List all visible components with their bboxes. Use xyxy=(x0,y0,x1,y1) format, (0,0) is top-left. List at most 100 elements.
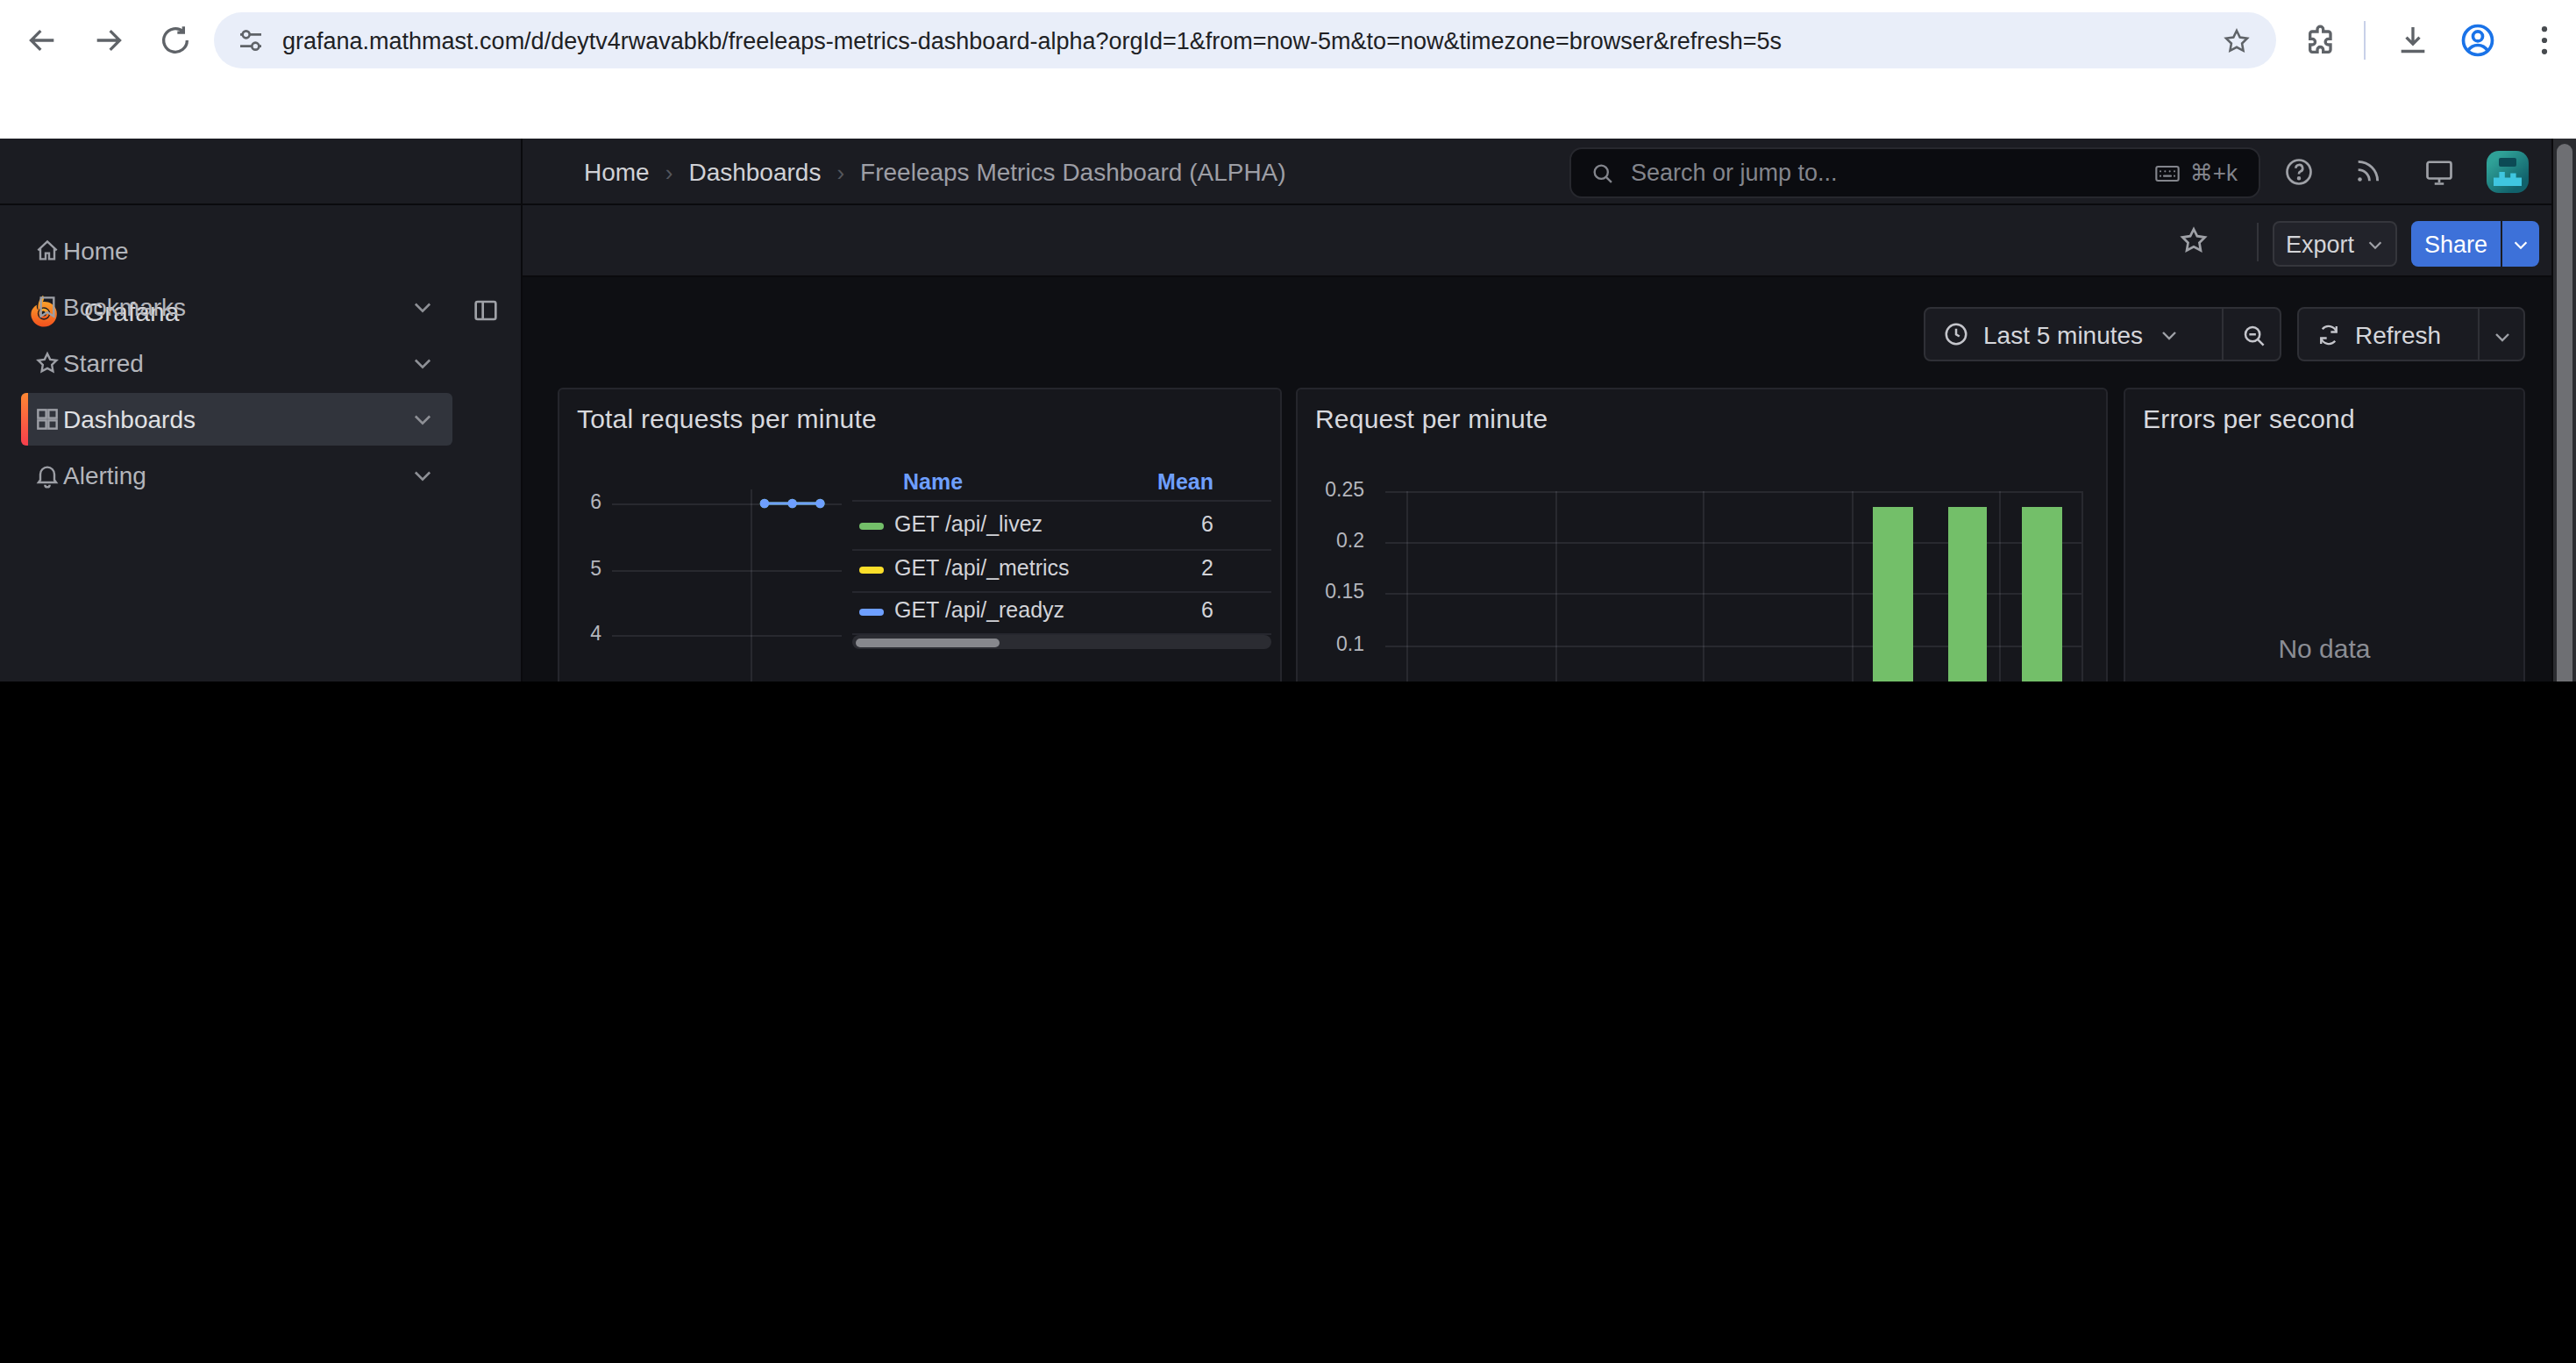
axis-tick-label: 0.2 xyxy=(1336,530,1364,551)
legend-value: 6 xyxy=(1201,597,1213,622)
panel-errors-per-second: Errors per second No data xyxy=(2124,388,2525,682)
reload-icon[interactable] xyxy=(158,23,193,58)
gridline xyxy=(2000,490,2002,682)
share-dropdown-button[interactable] xyxy=(2502,221,2539,267)
profile-icon[interactable] xyxy=(2459,21,2497,60)
refresh-icon xyxy=(2316,322,2341,346)
breadcrumb-item[interactable]: Dashboards xyxy=(688,158,821,186)
chevron-down-icon[interactable] xyxy=(410,407,435,432)
sidebar-item-starred[interactable]: Starred xyxy=(21,337,452,389)
active-indicator xyxy=(21,393,28,446)
download-icon[interactable] xyxy=(2395,23,2430,58)
sidebar-toggle-icon[interactable] xyxy=(472,296,500,325)
alerting-icon xyxy=(33,461,61,489)
legend-series-name[interactable]: GET /api/_readyz xyxy=(894,597,1064,622)
bar xyxy=(2022,508,2061,682)
panel-total-requests-per-minute: Total requests per minute 6543217:40Name… xyxy=(558,388,1282,682)
gridline xyxy=(1555,490,1556,682)
sidebar-item-dashboards[interactable]: Dashboards xyxy=(21,393,452,446)
vertical-scrollbar-thumb[interactable] xyxy=(2557,144,2572,682)
vertical-scrollbar-track[interactable] xyxy=(2551,139,2576,682)
site-settings-icon[interactable] xyxy=(237,26,265,54)
series-color-pill[interactable] xyxy=(859,523,884,530)
panel-title[interactable]: Errors per second xyxy=(2143,403,2355,433)
zoom-out-icon[interactable] xyxy=(2241,323,2267,349)
bar xyxy=(1948,508,1988,682)
chevron-down-icon[interactable] xyxy=(410,351,435,375)
refresh-button[interactable]: Refresh xyxy=(2297,307,2525,361)
legend-scrollbar-thumb[interactable] xyxy=(856,638,1000,646)
bookmarks-bar: Freeleaps 收藏博客 xyxy=(0,81,2576,139)
bookmarks-icon xyxy=(33,293,61,321)
monitor-icon[interactable] xyxy=(2423,156,2455,188)
gridline xyxy=(2081,490,2082,682)
sidebar-item-alerting[interactable]: Alerting xyxy=(21,449,452,502)
no-data-text: No data xyxy=(2125,633,2523,663)
dashboard-subbar xyxy=(523,205,2576,277)
legend-series-name[interactable]: GET /api/_metrics xyxy=(894,555,1070,580)
starred-icon xyxy=(33,349,61,377)
chevron-down-icon xyxy=(2159,324,2180,345)
search-icon xyxy=(1590,161,1615,185)
browser-toolbar: grafana.mathmast.com/d/deytv4rwavabkb/fr… xyxy=(0,0,2576,81)
time-range-picker[interactable]: Last 5 minutes xyxy=(1924,307,2281,361)
sidebar-item-label: Dashboards xyxy=(63,405,196,433)
share-button[interactable]: Share xyxy=(2411,221,2501,267)
chevron-down-icon[interactable] xyxy=(410,295,435,319)
chevron-down-icon xyxy=(2511,234,2530,253)
gridline xyxy=(1852,490,1854,682)
gridline xyxy=(1406,490,1408,682)
legend-column-header[interactable]: Name xyxy=(903,470,963,495)
clock-icon xyxy=(1943,321,1969,347)
menu-kebab-icon[interactable] xyxy=(2525,21,2564,60)
chevron-down-icon xyxy=(2365,234,2384,253)
gridline xyxy=(1385,490,2081,492)
legend-series-name[interactable]: GET /api/_livez xyxy=(894,512,1042,537)
breadcrumb-item[interactable]: Freeleaps Metrics Dashboard (ALPHA) xyxy=(860,158,1286,186)
chevron-down-icon xyxy=(2492,326,2513,347)
export-button[interactable]: Export xyxy=(2273,221,2397,267)
help-icon[interactable] xyxy=(2283,156,2315,188)
url-bar[interactable]: grafana.mathmast.com/d/deytv4rwavabkb/fr… xyxy=(214,12,2276,68)
toolbar-divider xyxy=(2364,21,2366,60)
axis-tick-label: 0.15 xyxy=(1325,582,1364,603)
bar xyxy=(1874,508,1913,682)
chevron-down-icon[interactable] xyxy=(410,463,435,488)
breadcrumb-separator: › xyxy=(665,159,673,185)
legend-separator xyxy=(852,548,1271,550)
time-range-label: Last 5 minutes xyxy=(1983,320,2143,348)
home-icon xyxy=(33,237,61,265)
sidebar-header: Grafana xyxy=(0,139,523,205)
breadcrumb-item[interactable]: Home xyxy=(584,158,650,186)
legend-column-header[interactable]: Mean xyxy=(1157,470,1213,495)
url-text[interactable]: grafana.mathmast.com/d/deytv4rwavabkb/fr… xyxy=(282,27,2222,54)
legend-scrollbar-track[interactable] xyxy=(852,635,1271,649)
sidebar-item-label: Starred xyxy=(63,349,144,377)
sidebar-item-label: Home xyxy=(63,237,129,265)
keyboard-icon xyxy=(2153,159,2181,187)
refresh-label: Refresh xyxy=(2355,320,2441,348)
legend-separator xyxy=(852,500,1271,502)
sidebar-item-home[interactable]: Home xyxy=(21,225,452,277)
rss-icon[interactable] xyxy=(2353,156,2383,186)
back-icon[interactable] xyxy=(25,23,60,58)
dashboards-icon xyxy=(33,405,61,433)
sidebar-item-bookmarks[interactable]: Bookmarks xyxy=(21,281,452,333)
subbar-divider xyxy=(2257,223,2259,261)
forward-icon[interactable] xyxy=(91,23,126,58)
legend-separator xyxy=(852,632,1271,634)
axis-tick-label: 0.1 xyxy=(1336,632,1364,653)
series-color-pill[interactable] xyxy=(859,608,884,615)
gridline xyxy=(1703,490,1704,682)
series-color-pill[interactable] xyxy=(859,566,884,573)
bookmark-star-icon[interactable] xyxy=(2222,25,2252,55)
extensions-icon[interactable] xyxy=(2304,23,2339,58)
legend-value: 2 xyxy=(1201,555,1213,580)
search-placeholder: Search or jump to... xyxy=(1631,160,2153,186)
search-input[interactable]: Search or jump to... ⌘+k xyxy=(1569,147,2260,198)
panel-title[interactable]: Request per minute xyxy=(1315,403,1548,433)
favorite-star-icon[interactable] xyxy=(2178,225,2210,256)
sidebar-item-label: Alerting xyxy=(63,461,146,489)
legend-value: 6 xyxy=(1201,512,1213,537)
user-avatar[interactable] xyxy=(2487,151,2529,193)
